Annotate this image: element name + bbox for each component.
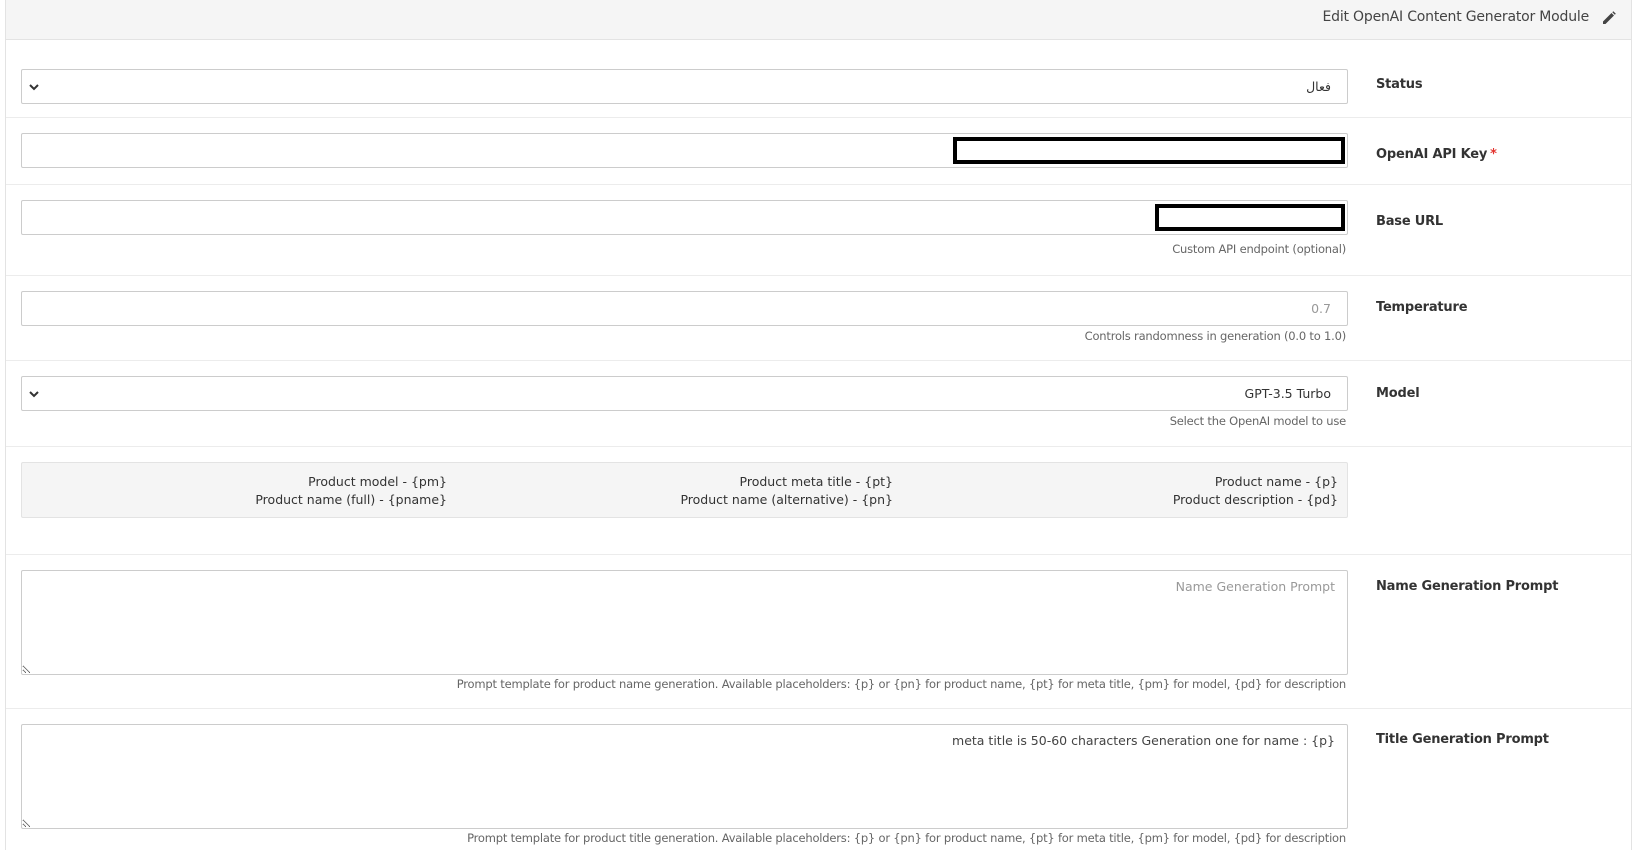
name-prompt-row: Prompt template for product name generat…	[6, 555, 1631, 709]
name-prompt-textarea[interactable]	[21, 570, 1348, 675]
placeholder-pm: Product model - {pm}	[308, 474, 447, 489]
temperature-help: Controls randomness in generation (0.0 t…	[1084, 329, 1347, 343]
model-selected-value: GPT-3.5 Turbo	[1244, 386, 1331, 401]
page-title: Edit OpenAI Content Generator Module	[1322, 9, 1590, 25]
temperature-row: 0.7 Controls randomness in generation (0…	[6, 276, 1631, 361]
base-url-row: Custom API endpoint (optional) Base URL	[6, 185, 1631, 276]
status-select[interactable]: فعال	[21, 69, 1348, 104]
chevron-down-icon	[29, 391, 39, 398]
base-url-input[interactable]	[21, 200, 1348, 235]
module-edit-panel: Edit OpenAI Content Generator Module فعا…	[5, 0, 1632, 850]
redacted-api-key	[953, 137, 1345, 164]
placeholder-pname: Product name (full) - {pname}	[255, 492, 447, 507]
placeholder-pn: Product name (alternative) - {pn}	[680, 492, 893, 507]
name-prompt-label: Name Generation Prompt	[1376, 579, 1559, 594]
title-prompt-label: Title Generation Prompt	[1376, 732, 1549, 747]
title-prompt-row: meta title is 50-60 characters Generatio…	[6, 709, 1631, 850]
api-key-input[interactable]	[21, 133, 1348, 168]
title-prompt-help: Prompt template for product title genera…	[467, 831, 1346, 845]
redacted-base-url	[1155, 204, 1345, 231]
placeholder-pt: Product meta title - {pt}	[739, 474, 893, 489]
api-key-row: OpenAI API Key *	[6, 118, 1631, 185]
temperature-label: Temperature	[1376, 300, 1468, 315]
model-select[interactable]: GPT-3.5 Turbo	[21, 376, 1348, 411]
model-help: Select the OpenAI model to use	[1169, 414, 1347, 428]
status-selected-value: فعال	[1306, 79, 1331, 94]
model-label: Model	[1376, 386, 1420, 401]
status-label: Status	[1376, 77, 1423, 92]
model-row: GPT-3.5 Turbo Select the OpenAI model to…	[6, 361, 1631, 447]
required-marker: *	[1490, 147, 1497, 162]
panel-heading: Edit OpenAI Content Generator Module	[6, 0, 1631, 40]
placeholders-info-box: Product name - {p} Product description -…	[21, 462, 1348, 518]
api-key-label: OpenAI API Key *	[1376, 147, 1497, 162]
name-prompt-help: Prompt template for product name generat…	[456, 677, 1346, 691]
placeholder-p: Product name - {p}	[1214, 474, 1338, 489]
title-prompt-textarea[interactable]: meta title is 50-60 characters Generatio…	[21, 724, 1348, 829]
temperature-input[interactable]: 0.7	[21, 291, 1348, 326]
pencil-icon	[1603, 11, 1616, 24]
temperature-placeholder: 0.7	[1311, 301, 1331, 316]
base-url-help: Custom API endpoint (optional)	[1172, 242, 1346, 256]
status-row: فعال Status	[6, 40, 1631, 118]
chevron-down-icon	[29, 84, 39, 91]
base-url-label: Base URL	[1376, 214, 1444, 229]
placeholder-pd: Product description - {pd}	[1172, 492, 1338, 507]
